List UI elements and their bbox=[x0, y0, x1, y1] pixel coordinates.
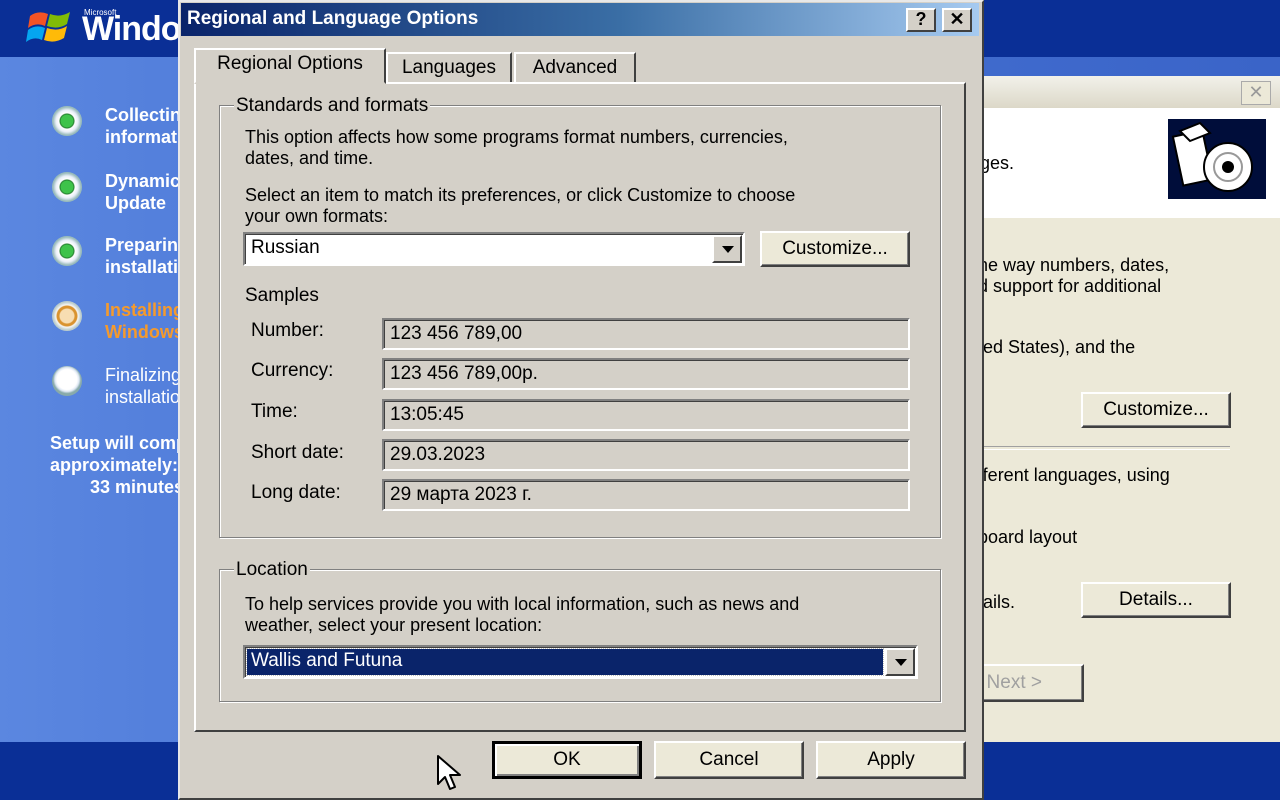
time-line: 33 minutes bbox=[90, 477, 185, 497]
samples-heading: Samples bbox=[245, 285, 319, 306]
cd-box-icon bbox=[1168, 119, 1266, 199]
sample-value: 123 456 789,00р. bbox=[390, 363, 538, 384]
sample-currency-field: 123 456 789,00р. bbox=[382, 358, 910, 390]
wizard-separator bbox=[975, 446, 1230, 450]
chevron-down-icon[interactable] bbox=[885, 648, 915, 676]
location-select[interactable]: Wallis and Futuna bbox=[243, 645, 918, 679]
standards-formats-legend: Standards and formats bbox=[234, 95, 431, 117]
sample-short-date-field: 29.03.2023 bbox=[382, 439, 910, 471]
mouse-pointer-icon bbox=[437, 755, 461, 790]
step-current-icon bbox=[52, 301, 82, 331]
wizard-text: fferent languages, using bbox=[978, 465, 1170, 485]
format-select-value: Russian bbox=[251, 237, 320, 258]
standards-description: dates, and time. bbox=[245, 148, 374, 168]
close-icon: ✕ bbox=[949, 9, 965, 29]
time-line: Setup will complete in bbox=[50, 433, 240, 453]
close-button[interactable]: ✕ bbox=[942, 8, 972, 32]
sample-number-field: 123 456 789,00 bbox=[382, 318, 910, 350]
time-line: approximately: bbox=[50, 455, 179, 475]
wizard-customize-button[interactable]: Customize... bbox=[1081, 392, 1231, 428]
ok-button[interactable]: OK bbox=[492, 741, 642, 779]
sample-label-number: Number: bbox=[251, 320, 324, 341]
location-description: To help services provide you with local … bbox=[245, 594, 800, 614]
location-legend: Location bbox=[234, 559, 310, 581]
step-label: Dynamic Update bbox=[105, 171, 181, 213]
windows-flag-icon bbox=[26, 12, 70, 42]
customize-button[interactable]: Customize... bbox=[760, 231, 910, 267]
step-done-icon bbox=[52, 172, 82, 202]
tab-regional-options[interactable]: Regional Options bbox=[194, 48, 386, 84]
wizard-details-button[interactable]: Details... bbox=[1081, 582, 1231, 618]
step-done-icon bbox=[52, 236, 82, 266]
sample-value: 29 марта 2023 г. bbox=[390, 484, 532, 505]
select-format-instructions: Select an item to match its preferences,… bbox=[245, 185, 796, 205]
standards-description: This option affects how some programs fo… bbox=[245, 127, 788, 147]
dialog-title: Regional and Language Options bbox=[187, 8, 479, 29]
sample-value: 123 456 789,00 bbox=[390, 323, 523, 344]
chevron-down-icon[interactable] bbox=[712, 235, 742, 263]
wizard-close-button[interactable]: ✕ bbox=[1241, 81, 1271, 105]
step-pending-icon bbox=[52, 366, 82, 396]
wizard-text: ted States), and the bbox=[978, 337, 1136, 357]
sample-label-long-date: Long date: bbox=[251, 482, 341, 503]
sample-label-currency: Currency: bbox=[251, 360, 334, 381]
tab-advanced[interactable]: Advanced bbox=[514, 52, 636, 82]
cancel-button[interactable]: Cancel bbox=[654, 741, 804, 779]
help-button[interactable]: ? bbox=[906, 8, 936, 32]
sample-long-date-field: 29 марта 2023 г. bbox=[382, 479, 910, 511]
sample-time-field: 13:05:45 bbox=[382, 399, 910, 431]
wizard-text: d support for additional bbox=[978, 276, 1162, 296]
step-done-icon bbox=[52, 106, 82, 136]
wizard-titlebar bbox=[960, 76, 1280, 108]
tab-languages[interactable]: Languages bbox=[386, 52, 512, 82]
sample-value: 13:05:45 bbox=[390, 404, 464, 425]
sample-label-time: Time: bbox=[251, 401, 298, 422]
wizard-text: he way numbers, dates, bbox=[978, 255, 1170, 275]
select-format-instructions: your own formats: bbox=[245, 206, 389, 226]
format-select[interactable]: Russian bbox=[243, 232, 745, 266]
wizard-header-text: ges. bbox=[980, 153, 1015, 173]
location-description: weather, select your present location: bbox=[245, 615, 543, 635]
sample-label-short-date: Short date: bbox=[251, 442, 344, 463]
wizard-text: board layout bbox=[978, 527, 1078, 547]
sample-value: 29.03.2023 bbox=[390, 444, 486, 465]
location-select-value: Wallis and Futuna bbox=[251, 650, 403, 671]
setup-time-remaining: Setup will complete in approximately: 33… bbox=[50, 432, 240, 498]
step-label: Installing Windows bbox=[105, 300, 185, 342]
apply-button[interactable]: Apply bbox=[816, 741, 966, 779]
